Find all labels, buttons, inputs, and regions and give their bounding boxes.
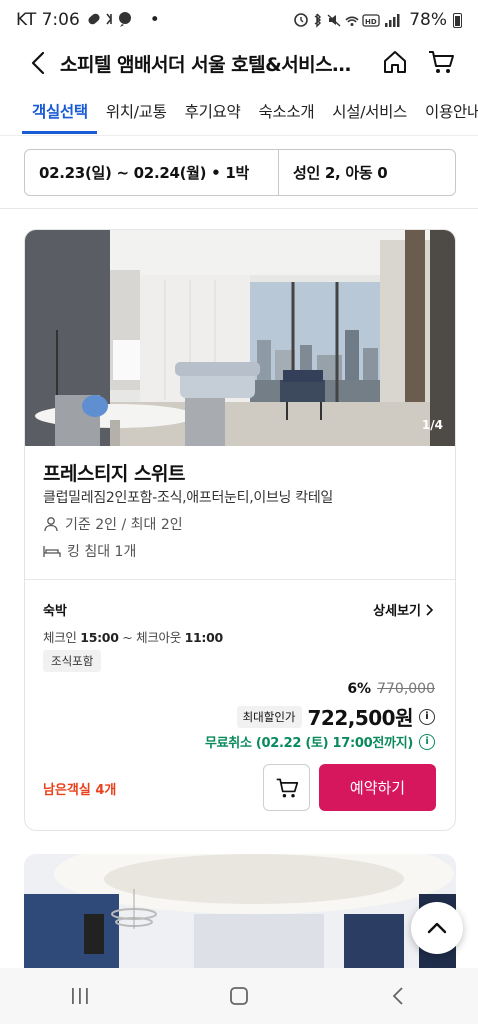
- top-header: 소피텔 앰배서더 서울 호텔&서비스드 레지던스: [0, 40, 478, 86]
- system-status-icons: HD: [294, 13, 400, 28]
- chevron-right-icon: [426, 603, 433, 616]
- card-divider: [25, 579, 455, 580]
- breakfast-badge: 조식포함: [43, 650, 102, 672]
- svg-text:HD: HD: [365, 18, 377, 26]
- detail-link[interactable]: 상세보기: [373, 600, 433, 619]
- back-button[interactable]: [18, 43, 58, 83]
- rooms-left: 남은객실 4개: [43, 783, 117, 798]
- max-discount-badge: 최대할인가: [236, 705, 302, 728]
- cart-icon: [276, 778, 298, 797]
- room-price: 722,500원: [307, 706, 414, 730]
- back-nav-button[interactable]: [368, 974, 428, 1018]
- guest-selector[interactable]: 성인 2, 아동 0: [279, 162, 388, 183]
- discount-percent: 6%: [347, 681, 372, 697]
- price-row: 최대할인가 722,500원 i: [236, 702, 435, 731]
- image-counter: 1/4: [421, 418, 443, 432]
- system-nav-bar: [0, 968, 478, 1024]
- chevron-up-icon: [427, 922, 447, 934]
- search-filter: 02.23(일) ~ 02.24(월) • 1박 성인 2, 아동 0: [24, 149, 456, 196]
- checkout-time: 11:00: [184, 630, 224, 645]
- room-capacity: 기준 2인 / 최대 2인: [65, 517, 183, 533]
- cart-button[interactable]: [421, 42, 461, 82]
- room-image[interactable]: 1/4: [25, 230, 455, 446]
- date-selector[interactable]: 02.23(일) ~ 02.24(월) • 1박: [25, 162, 278, 183]
- chevron-left-icon: [31, 51, 45, 75]
- scroll-to-top-button[interactable]: [411, 902, 463, 954]
- tab-location[interactable]: 위치/교통: [97, 92, 176, 134]
- discount-row: 6% 770,000: [347, 681, 435, 697]
- capacity-row: 기준 2인 / 최대 2인: [43, 514, 183, 534]
- room-name: 프레스티지 스위트: [43, 463, 185, 485]
- battery-percent: 78%: [409, 10, 447, 30]
- bed-icon: [43, 546, 61, 557]
- add-to-cart-button[interactable]: [263, 764, 310, 811]
- person-icon: [44, 517, 58, 532]
- home-icon: [384, 51, 406, 73]
- cart-icon: [429, 51, 454, 73]
- section-divider: [0, 208, 478, 209]
- tab-facilities[interactable]: 시설/서비스: [323, 92, 416, 134]
- stay-type-label: 숙박: [43, 604, 67, 619]
- original-price: 770,000: [377, 681, 435, 697]
- tab-property-intro[interactable]: 숙소소개: [249, 92, 323, 134]
- checkout-label: ~ 체크아웃: [122, 630, 181, 645]
- notification-icons: [87, 11, 143, 30]
- section-tabs: 객실선택 위치/교통 후기요약 숙소소개 시설/서비스 이용안내: [0, 92, 478, 136]
- tab-usage-guide[interactable]: 이용안내: [416, 92, 478, 134]
- page-title: 소피텔 앰배서더 서울 호텔&서비스드 레지던스: [60, 53, 360, 76]
- room-description: 클럽밀레짐2인포함-조식,애프터눈티,이브닝 칵테일: [43, 490, 333, 506]
- status-time: KT 7:06: [16, 10, 80, 30]
- home-nav-button[interactable]: [209, 974, 269, 1018]
- checkin-label: 체크인: [43, 630, 77, 645]
- free-cancel-row: 무료취소 (02.22 (토) 17:00전까지) i: [205, 732, 435, 751]
- price-info-icon[interactable]: i: [419, 708, 435, 725]
- reserve-button[interactable]: 예약하기: [319, 764, 436, 811]
- tab-review-summary[interactable]: 후기요약: [176, 92, 250, 134]
- status-dot: •: [149, 10, 160, 30]
- recent-apps-button[interactable]: [50, 974, 110, 1018]
- checkin-time: 15:00: [80, 630, 119, 645]
- bed-row: 킹 침대 1개: [43, 541, 136, 561]
- free-cancel-text: 무료취소 (02.22 (토) 17:00전까지): [204, 736, 413, 751]
- room-card: 1/4 프레스티지 스위트 클럽밀레짐2인포함-조식,애프터눈티,이브닝 칵테일…: [24, 229, 456, 831]
- checkin-info: 체크인 15:00 ~ 체크아웃 11:00: [43, 627, 223, 646]
- cancel-info-icon[interactable]: i: [419, 733, 435, 750]
- tab-room-select[interactable]: 객실선택: [22, 92, 97, 134]
- battery-icon: [453, 12, 462, 28]
- status-bar: KT 7:06 • HD 78%: [0, 0, 478, 40]
- recent-apps-icon: [71, 988, 88, 1004]
- detail-link-label: 상세보기: [373, 604, 421, 619]
- home-button[interactable]: [375, 42, 415, 82]
- home-nav-icon: [230, 987, 248, 1005]
- back-nav-icon: [393, 987, 403, 1005]
- bed-type: 킹 침대 1개: [67, 544, 137, 560]
